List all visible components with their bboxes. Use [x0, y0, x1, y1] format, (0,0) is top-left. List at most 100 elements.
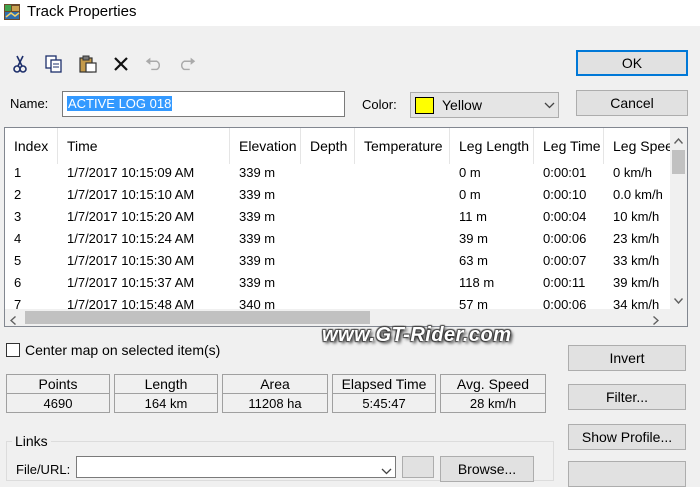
column-header-leg-time[interactable]: Leg Time — [534, 128, 604, 164]
cell-leg-length: 118 m — [459, 275, 495, 290]
cell-index: 6 — [14, 275, 22, 290]
title-bar: Track Properties — [0, 0, 700, 26]
name-value: ACTIVE LOG 018 — [67, 96, 173, 111]
stat-avg-speed: Avg. Speed 28 km/h — [440, 374, 546, 413]
cell-time: 1/7/2017 10:15:09 AM — [67, 165, 195, 180]
ok-button[interactable]: OK — [576, 50, 688, 76]
more-button[interactable] — [568, 461, 686, 487]
undo-icon[interactable] — [144, 54, 164, 74]
table-row[interactable]: 5 1/7/2017 10:15:30 AM 339 m 63 m 0:00:0… — [5, 250, 665, 272]
stat-value: 11208 ha — [248, 396, 302, 411]
color-swatch — [415, 96, 434, 114]
column-header-leg-length[interactable]: Leg Length — [450, 128, 534, 164]
cell-elevation: 339 m — [239, 187, 276, 202]
redo-icon[interactable] — [177, 54, 197, 74]
stat-value: 164 km — [144, 396, 188, 411]
cell-leg-time: 0:00:01 — [543, 165, 587, 180]
stat-value: 4690 — [43, 396, 73, 411]
cell-leg-length: 63 m — [459, 253, 488, 268]
copy-icon[interactable] — [44, 54, 64, 74]
filter-button[interactable]: Filter... — [568, 384, 686, 410]
cell-leg-time: 0:00:07 — [543, 253, 587, 268]
column-header-time[interactable]: Time — [58, 128, 230, 164]
cell-leg-speed: 39 km/h — [613, 275, 660, 290]
file-url-label: File/URL: — [16, 462, 71, 477]
table-header: Index Time Elevation Depth Temperature L… — [5, 128, 670, 164]
cell-leg-time: 0:00:10 — [543, 187, 587, 202]
window-title: Track Properties — [27, 3, 137, 20]
cell-leg-speed: 10 km/h — [613, 209, 660, 224]
vertical-scroll-thumb[interactable] — [672, 150, 685, 174]
cell-leg-length: 0 m — [459, 165, 481, 180]
center-map-checkbox[interactable] — [6, 343, 20, 357]
scroll-left-icon[interactable] — [9, 313, 16, 326]
column-header-temperature[interactable]: Temperature — [355, 128, 450, 164]
cell-elevation: 339 m — [239, 165, 276, 180]
cut-icon[interactable] — [10, 54, 30, 74]
column-header-depth[interactable]: Depth — [301, 128, 355, 164]
stat-elapsed-time: Elapsed Time 5:45:47 — [332, 374, 436, 413]
cell-index: 3 — [14, 209, 22, 224]
stat-label: Points — [7, 375, 109, 394]
cell-leg-time: 0:00:04 — [543, 209, 587, 224]
browse-button[interactable]: Browse... — [440, 456, 534, 482]
column-header-leg-speed[interactable]: Leg Speed — [604, 128, 670, 164]
color-label: Color: — [362, 97, 397, 112]
file-url-combo[interactable] — [76, 456, 396, 478]
cell-time: 1/7/2017 10:15:24 AM — [67, 231, 195, 246]
cell-index: 1 — [14, 165, 22, 180]
scroll-up-icon[interactable] — [673, 132, 684, 147]
stat-value: 28 km/h — [469, 396, 517, 411]
cell-elevation: 339 m — [239, 209, 276, 224]
cell-leg-time: 0:00:06 — [543, 231, 587, 246]
scroll-down-icon[interactable] — [673, 292, 684, 307]
stat-value: 5:45:47 — [362, 396, 406, 411]
table-row[interactable]: 3 1/7/2017 10:15:20 AM 339 m 11 m 0:00:0… — [5, 206, 665, 228]
cell-leg-speed: 0 km/h — [613, 165, 653, 180]
scroll-right-icon[interactable] — [653, 313, 660, 326]
color-value: Yellow — [442, 97, 482, 113]
chevron-down-icon — [540, 102, 558, 109]
cell-index: 4 — [14, 231, 22, 246]
cell-leg-speed: 23 km/h — [613, 231, 660, 246]
stat-points: Points 4690 — [6, 374, 110, 413]
cancel-button[interactable]: Cancel — [576, 90, 688, 116]
table-row[interactable]: 4 1/7/2017 10:15:24 AM 339 m 39 m 0:00:0… — [5, 228, 665, 250]
vertical-scrollbar[interactable] — [670, 128, 687, 309]
track-points-table[interactable]: Index Time Elevation Depth Temperature L… — [4, 127, 688, 327]
stat-area: Area 11208 ha — [222, 374, 328, 413]
cell-time: 1/7/2017 10:15:37 AM — [67, 275, 195, 290]
stat-length: Length 164 km — [114, 374, 218, 413]
horizontal-scroll-thumb[interactable] — [25, 311, 370, 324]
cell-time: 1/7/2017 10:15:20 AM — [67, 209, 195, 224]
center-map-label: Center map on selected item(s) — [25, 342, 221, 358]
invert-button[interactable]: Invert — [568, 345, 686, 371]
table-row[interactable]: 6 1/7/2017 10:15:37 AM 339 m 118 m 0:00:… — [5, 272, 665, 294]
watermark-text: www.GT-Rider.com — [322, 324, 512, 346]
cell-index: 2 — [14, 187, 22, 202]
stat-label: Length — [115, 375, 217, 394]
column-header-elevation[interactable]: Elevation — [230, 128, 301, 164]
table-row[interactable]: 1 1/7/2017 10:15:09 AM 339 m 0 m 0:00:01… — [5, 162, 665, 184]
cell-leg-time: 0:00:11 — [543, 275, 586, 290]
cell-elevation: 339 m — [239, 231, 276, 246]
column-header-index[interactable]: Index — [5, 128, 58, 164]
delete-icon[interactable] — [111, 54, 131, 74]
app-map-icon — [4, 4, 20, 20]
cell-elevation: 339 m — [239, 275, 276, 290]
cell-elevation: 339 m — [239, 253, 276, 268]
color-dropdown[interactable]: Yellow — [410, 92, 559, 118]
name-input[interactable]: ACTIVE LOG 018 — [62, 91, 345, 117]
cell-time: 1/7/2017 10:15:10 AM — [67, 187, 195, 202]
name-label: Name: — [10, 96, 49, 111]
cell-time: 1/7/2017 10:15:30 AM — [67, 253, 195, 268]
links-group-label: Links — [12, 433, 51, 449]
stat-label: Avg. Speed — [441, 375, 545, 394]
cell-leg-length: 39 m — [459, 231, 488, 246]
stat-label: Elapsed Time — [333, 375, 435, 394]
stat-label: Area — [223, 375, 327, 394]
table-row[interactable]: 2 1/7/2017 10:15:10 AM 339 m 0 m 0:00:10… — [5, 184, 665, 206]
open-link-button[interactable] — [402, 456, 434, 478]
paste-icon[interactable] — [78, 54, 98, 74]
show-profile-button[interactable]: Show Profile... — [568, 424, 686, 450]
